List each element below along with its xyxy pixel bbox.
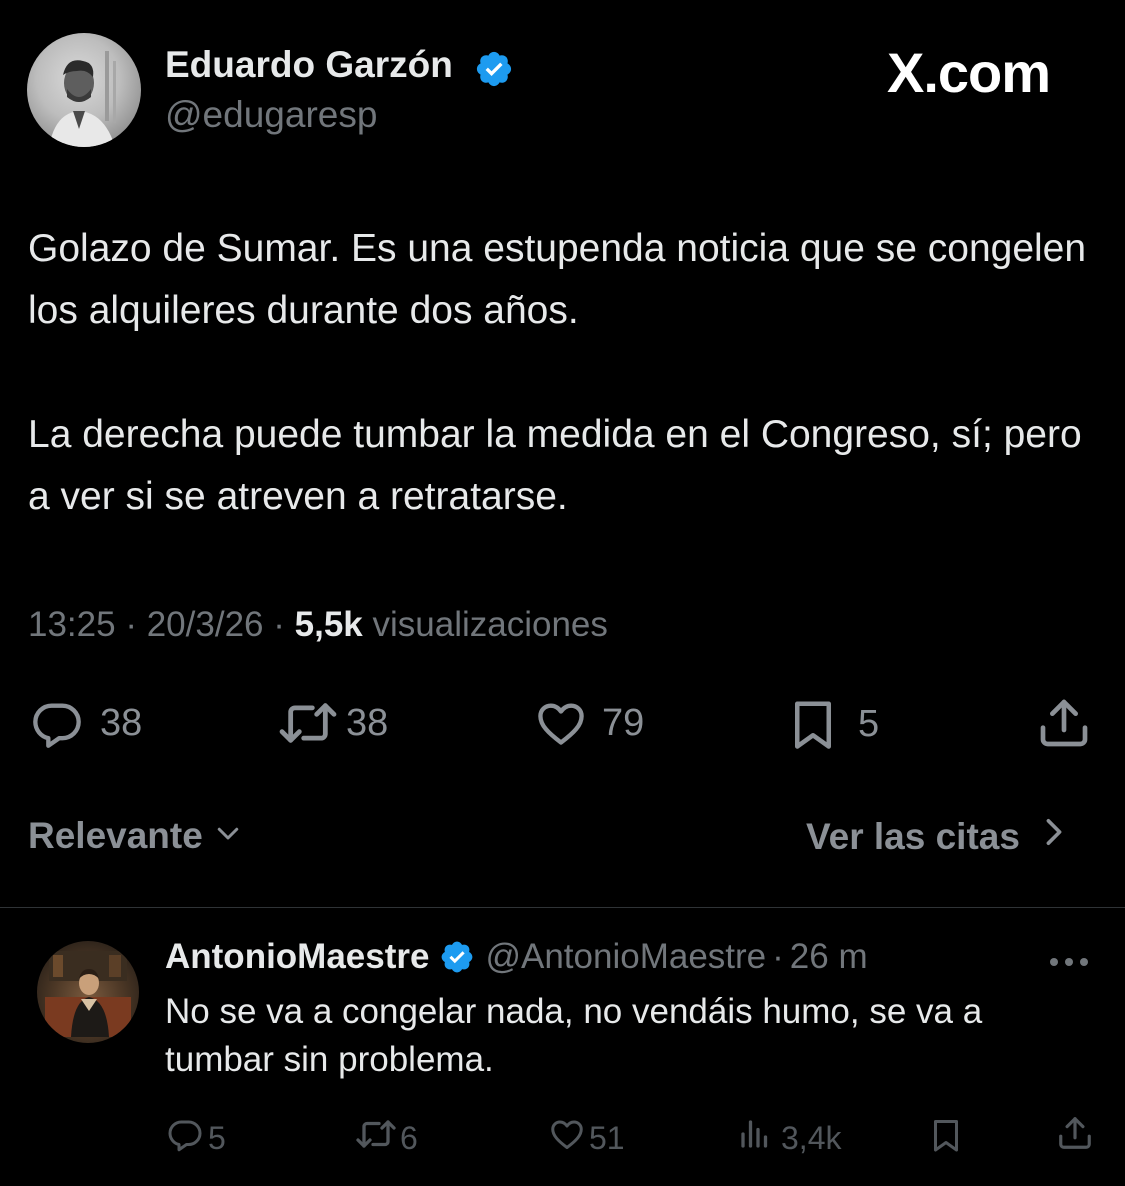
meta-separator: · [125, 605, 137, 644]
views-icon [737, 1116, 773, 1160]
bookmark-icon [786, 697, 840, 751]
bookmark-button[interactable]: 5 [786, 697, 879, 751]
share-icon [1056, 1114, 1094, 1160]
author-avatar[interactable] [27, 33, 141, 147]
tweet-paragraph-1: Golazo de Sumar. Es una estupenda notici… [28, 227, 1087, 332]
bookmark-count: 5 [858, 702, 880, 745]
reply-author-avatar[interactable] [37, 941, 139, 1043]
views-label: visualizaciones [372, 605, 608, 644]
share-icon [1036, 695, 1092, 751]
repost-button[interactable]: 38 [276, 697, 388, 749]
reply-icon [28, 697, 86, 749]
reply-like-count: 51 [589, 1119, 625, 1156]
sort-dropdown[interactable]: Relevante [28, 815, 243, 857]
sort-label: Relevante [28, 815, 203, 856]
repost-icon [276, 697, 340, 749]
author-name[interactable]: Eduardo Garzón [165, 44, 453, 86]
like-button[interactable]: 79 [530, 697, 644, 749]
reply-share-button[interactable] [1056, 1114, 1094, 1160]
reply-text: No se va a congelar nada, no vendáis hum… [165, 992, 983, 1079]
repost-count: 38 [346, 701, 389, 744]
brand-logo: X.com [887, 41, 1051, 104]
reply-header: AntonioMaestre @AntonioMaestre · 26 m [165, 937, 868, 977]
reply-like-button[interactable]: 51 [547, 1116, 625, 1160]
chevron-down-icon [213, 815, 243, 857]
reply-bookmark-button[interactable] [928, 1116, 964, 1162]
meta-separator: · [273, 605, 285, 644]
chevron-right-icon [1040, 815, 1068, 858]
reply-author-name[interactable]: AntonioMaestre [165, 937, 429, 977]
views-count: 5,5k [294, 605, 363, 644]
verified-badge-icon [474, 49, 514, 89]
divider [0, 907, 1125, 908]
reply-count: 38 [100, 701, 143, 744]
tweet-time[interactable]: 13:25 [28, 605, 116, 644]
tweet-text: Golazo de Sumar. Es una estupenda notici… [28, 218, 1103, 528]
bookmark-icon [928, 1116, 964, 1162]
tweet-date[interactable]: 20/3/26 [147, 605, 264, 644]
view-quotes-label: Ver las citas [806, 815, 1020, 857]
like-icon [547, 1116, 587, 1160]
reply-time[interactable]: 26 m [790, 937, 868, 977]
like-icon [530, 697, 592, 749]
reply-repost-count: 6 [400, 1119, 418, 1156]
reply-views-button[interactable]: 3,4k [737, 1116, 841, 1160]
verified-badge-icon [439, 939, 475, 975]
reply-reply-count: 5 [208, 1119, 226, 1156]
repost-icon [354, 1116, 398, 1160]
reply-button[interactable]: 38 [28, 697, 142, 749]
like-count: 79 [602, 701, 645, 744]
reply-separator: · [772, 937, 784, 976]
reply-views-count: 3,4k [781, 1119, 842, 1156]
reply-icon [166, 1116, 204, 1160]
tweet-meta: 13:25 · 20/3/26 · 5,5k visualizaciones [28, 605, 608, 645]
share-button[interactable] [1036, 695, 1092, 751]
reply-reply-button[interactable]: 5 [166, 1116, 226, 1160]
view-quotes-link[interactable]: Ver las citas [806, 815, 1068, 858]
author-handle[interactable]: @edugaresp [165, 94, 377, 136]
more-icon[interactable] [1047, 955, 1091, 974]
reply-author-handle[interactable]: @AntonioMaestre [485, 937, 766, 977]
tweet-paragraph-2: La derecha puede tumbar la medida en el … [28, 413, 1082, 518]
reply-repost-button[interactable]: 6 [354, 1116, 418, 1160]
